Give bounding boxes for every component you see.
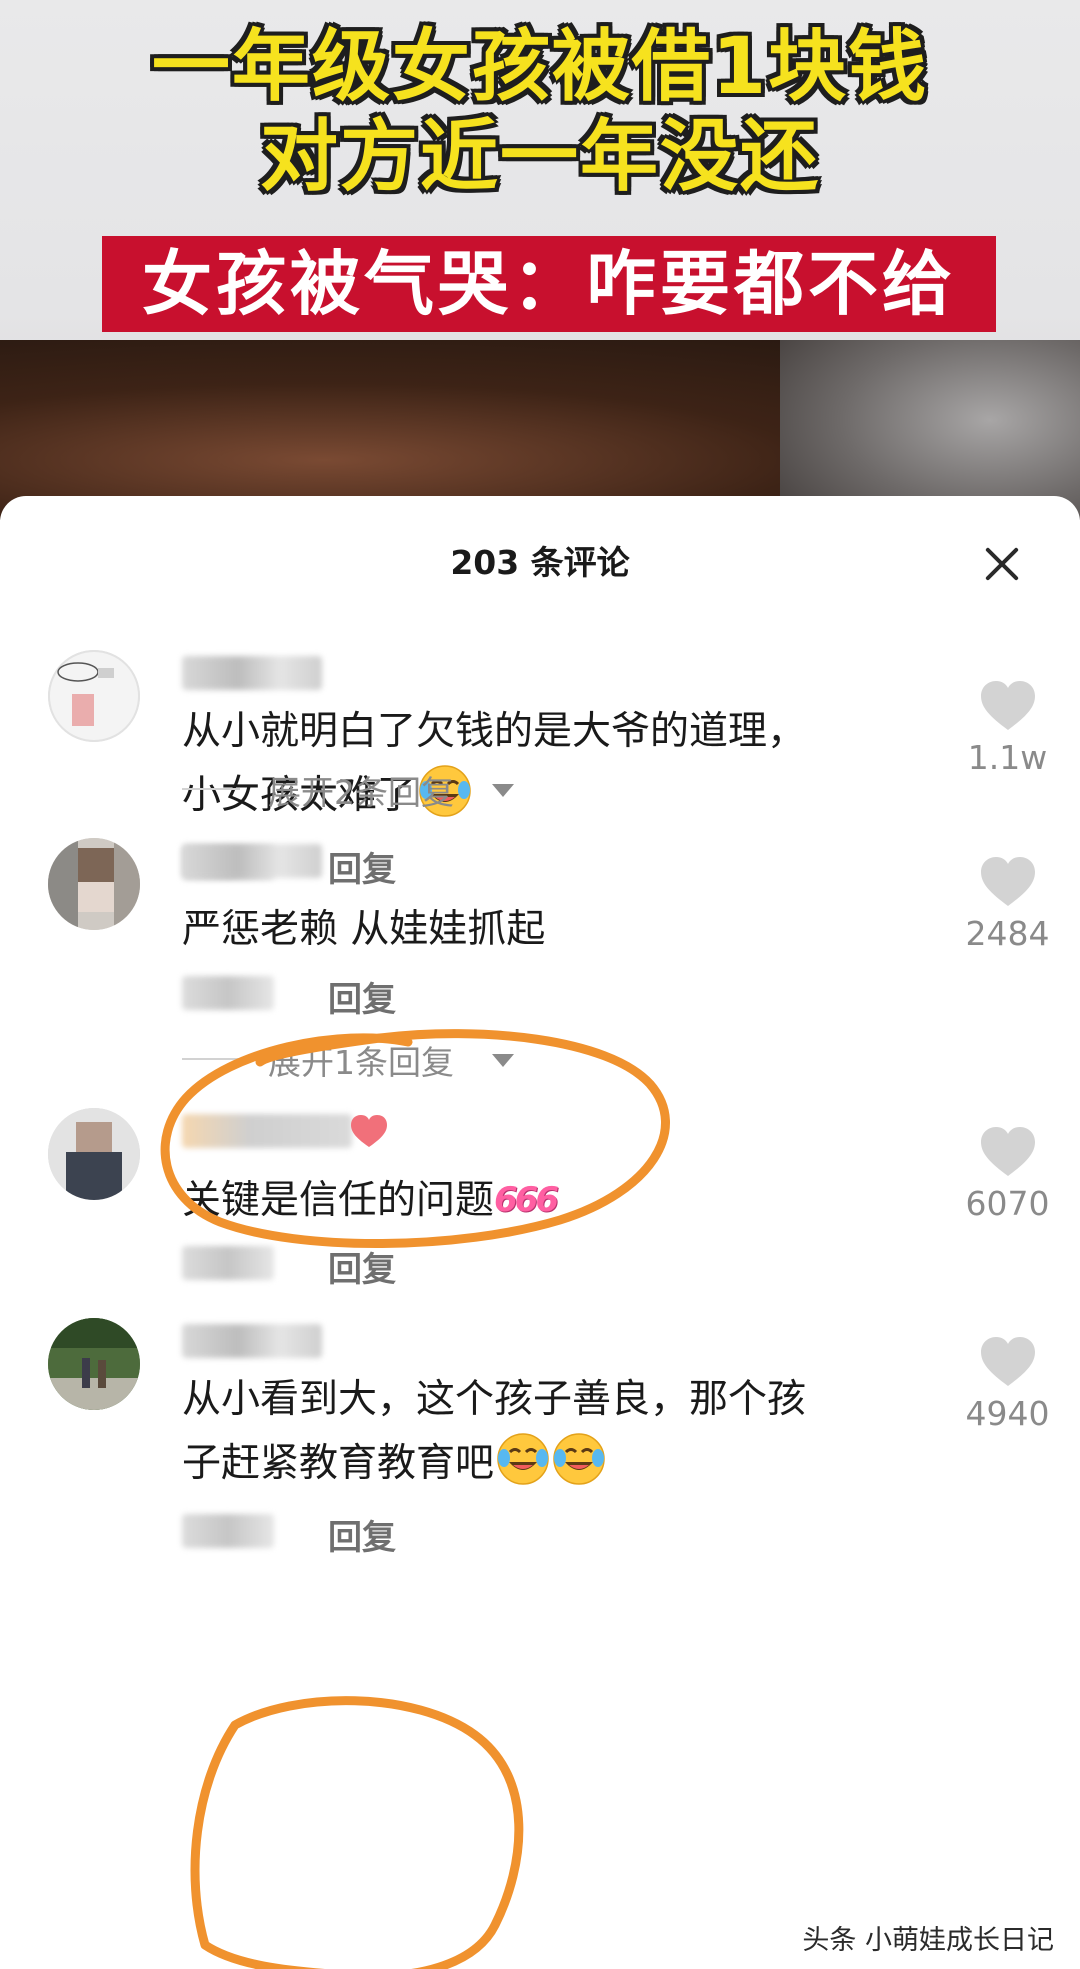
username-blurred[interactable] xyxy=(182,656,322,690)
avatar[interactable] xyxy=(48,650,140,742)
comment-text-line: 子赶紧教育教育吧 xyxy=(182,1441,495,1486)
comment-text: 关键是信任的问题666 xyxy=(182,1168,902,1233)
username-blurred[interactable] xyxy=(182,844,322,878)
reply-button[interactable]: 回复 xyxy=(328,1510,396,1559)
video-frame-detail xyxy=(780,340,1080,520)
heart-icon xyxy=(980,1337,1035,1386)
video-background[interactable]: 一年级女孩被借1块钱 对方近一年没还 女孩被气哭：咋要都不给 xyxy=(0,0,1080,520)
video-headline-line1: 一年级女孩被借1块钱 xyxy=(151,22,929,112)
comment-date-blurred xyxy=(182,976,274,1010)
comments-panel: 203 条评论 从小就明白了欠钱的是大爷的道理， 小女孩太难了 回复 1.1w … xyxy=(0,496,1080,1969)
comment-text-line: 严惩老赖 从娃娃抓起 xyxy=(182,907,546,952)
comment-text-line: 从小就明白了欠钱的是大爷的道理， xyxy=(182,709,807,754)
like-count: 2484 xyxy=(965,914,1050,953)
video-frame-image xyxy=(0,340,1080,520)
caret-down-icon xyxy=(492,784,514,797)
laughing-crying-emoji-icon xyxy=(497,1433,549,1485)
comments-count-title: 203 条评论 xyxy=(450,543,630,582)
avatar[interactable] xyxy=(48,838,140,930)
heart-icon xyxy=(980,857,1035,906)
reply-button[interactable]: 回复 xyxy=(328,972,396,1021)
watermark: 头条 小萌娃成长日记 xyxy=(802,1925,1054,1956)
comment-text-line: 关键是信任的问题 xyxy=(182,1178,495,1223)
like-button[interactable]: 1.1w xyxy=(950,680,1065,777)
comment-date-blurred xyxy=(182,1514,274,1548)
heart-icon xyxy=(980,1127,1035,1176)
like-count: 4940 xyxy=(965,1394,1050,1433)
comment-date-blurred xyxy=(182,1246,274,1280)
like-button[interactable]: 6070 xyxy=(950,1126,1065,1223)
username-blurred[interactable] xyxy=(182,1324,322,1358)
divider xyxy=(182,788,240,790)
expand-replies-label: 展开1条回复 xyxy=(268,1043,454,1082)
comment-text: 从小看到大，这个孩子善良，那个孩 子赶紧教育教育吧 xyxy=(182,1368,902,1496)
avatar-image xyxy=(48,1318,140,1410)
heart-icon xyxy=(980,681,1035,730)
like-button[interactable]: 2484 xyxy=(950,856,1065,953)
avatar-image xyxy=(48,838,140,930)
sticker-666: 666 xyxy=(494,1180,559,1220)
close-icon[interactable] xyxy=(978,540,1026,588)
like-button[interactable]: 4940 xyxy=(950,1336,1065,1433)
comment-text-line: 从小看到大，这个孩子善良，那个孩 xyxy=(182,1377,807,1422)
laughing-crying-emoji-icon xyxy=(553,1433,605,1485)
avatar[interactable] xyxy=(48,1108,140,1200)
caret-down-icon xyxy=(492,1054,514,1067)
divider xyxy=(182,1058,240,1060)
heart-emoji-icon xyxy=(351,1115,387,1147)
expand-replies-label: 展开2条回复 xyxy=(268,773,454,812)
avatar[interactable] xyxy=(48,1318,140,1410)
reply-button[interactable]: 回复 xyxy=(328,842,396,891)
avatar-image xyxy=(48,650,140,742)
avatar-image xyxy=(48,1108,140,1200)
video-sub-banner: 女孩被气哭：咋要都不给 xyxy=(102,236,996,332)
like-count: 1.1w xyxy=(967,738,1048,777)
video-headline-line2: 对方近一年没还 xyxy=(259,112,820,202)
like-count: 6070 xyxy=(965,1184,1050,1223)
username-blurred[interactable] xyxy=(182,1114,352,1148)
comment-text: 严惩老赖 从娃娃抓起 xyxy=(182,898,902,962)
reply-button[interactable]: 回复 xyxy=(328,1242,396,1291)
